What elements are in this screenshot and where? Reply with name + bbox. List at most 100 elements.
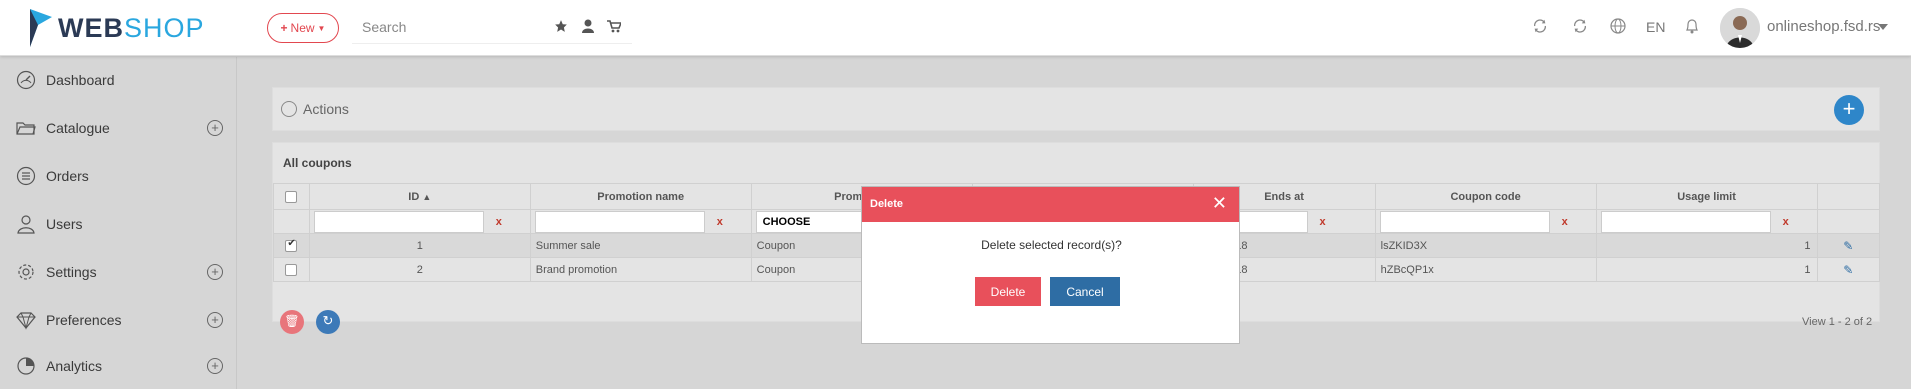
pager-info: View 1 - 2 of 2 (1802, 316, 1873, 328)
column-label: Ends at (1264, 190, 1304, 203)
sidebar-item-settings[interactable]: Settings + (0, 252, 237, 292)
cell-promotion-name: Brand promotion (529, 257, 752, 282)
actions-menu-icon[interactable] (281, 101, 297, 117)
row-checkbox[interactable] (285, 263, 298, 276)
search-input[interactable] (352, 12, 542, 42)
filter-cell: x (1595, 209, 1818, 234)
cancel-button[interactable]: Cancel (1050, 277, 1120, 306)
pencil-icon[interactable]: ✎ (1843, 239, 1853, 253)
refresh-icon[interactable] (1572, 18, 1588, 34)
diamond-icon (16, 310, 36, 330)
sidebar-item-dashboard[interactable]: Dashboard (0, 60, 237, 100)
expand-plus-icon[interactable]: + (207, 264, 223, 280)
sidebar-item-label: Orders (46, 168, 89, 184)
clear-filter-button[interactable]: x (717, 216, 723, 228)
filter-id-input[interactable] (313, 210, 484, 233)
sidebar-item-label: Dashboard (46, 72, 115, 88)
actions-bar: Actions (272, 87, 1880, 131)
column-header-promotion-name[interactable]: Promotion name (529, 183, 752, 210)
cell-usage-limit: 1 (1595, 233, 1818, 258)
filter-cell (273, 209, 310, 234)
select-all-cell (273, 183, 310, 210)
modal-title: Delete (870, 198, 904, 210)
column-header-coupon-code[interactable]: Coupon code (1374, 183, 1597, 210)
select-all-checkbox[interactable] (285, 190, 298, 203)
column-label: ID (408, 190, 420, 203)
globe-icon[interactable] (1610, 18, 1626, 34)
avatar[interactable] (1720, 8, 1760, 48)
filter-cell: x (1374, 209, 1597, 234)
new-button[interactable]: + New ▼ (267, 13, 339, 43)
clear-filter-button[interactable]: x (1562, 216, 1568, 228)
cell-promotion-name: Summer sale (529, 233, 752, 258)
filter-usage-limit-input[interactable] (1600, 210, 1771, 233)
logo-text-shop: SHOP (124, 12, 205, 43)
clear-filter-button[interactable]: x (1320, 216, 1326, 228)
gear-icon (16, 262, 36, 282)
sync-icon[interactable] (1532, 18, 1548, 34)
row-checkbox[interactable] (285, 238, 298, 252)
pencil-icon[interactable]: ✎ (1843, 263, 1853, 277)
username-label[interactable]: onlineshop.fsd.rs (1767, 18, 1880, 35)
column-header-usage-limit[interactable]: Usage limit (1595, 183, 1818, 210)
grid-title: All coupons (283, 156, 352, 170)
clear-filter-button[interactable]: x (1783, 216, 1789, 228)
folder-icon (16, 118, 36, 138)
sidebar-item-label: Catalogue (46, 120, 110, 136)
sidebar-item-orders[interactable]: Orders (0, 156, 237, 196)
webshop-logo[interactable]: WEBSHOP (28, 8, 205, 48)
row-edit-cell: ✎ (1816, 257, 1880, 282)
list-icon (16, 166, 36, 186)
user-icon[interactable] (580, 18, 596, 34)
confirm-delete-button[interactable]: Delete (975, 277, 1041, 306)
column-header-actions (1816, 183, 1880, 210)
column-label: Coupon code (1450, 190, 1521, 203)
filter-coupon-code-input[interactable] (1379, 210, 1550, 233)
trash-icon[interactable]: 🗑 (280, 310, 304, 334)
user-icon (16, 214, 36, 234)
sidebar-item-label: Users (46, 216, 83, 232)
cell-usage-limit: 1 (1595, 257, 1818, 282)
filter-cell (1816, 209, 1880, 234)
user-menu-caret-icon[interactable] (1878, 24, 1888, 30)
sidebar-item-preferences[interactable]: Preferences + (0, 300, 237, 340)
clear-filter-button[interactable]: x (496, 216, 502, 228)
plus-icon: + (280, 21, 288, 35)
new-button-label: New (290, 21, 315, 35)
refresh-icon[interactable]: ↻ (316, 310, 340, 334)
logo-text-web: WEB (58, 12, 124, 43)
modal-header: Delete ✕ (862, 187, 1239, 222)
filter-cell: x (529, 209, 752, 234)
top-header: WEBSHOP + New ▼ EN onlineshop.fsd.rs (0, 0, 1911, 56)
cell-id: 2 (308, 257, 531, 282)
sidebar: Dashboard Catalogue + Orders Users Setti… (0, 57, 237, 389)
sidebar-item-catalogue[interactable]: Catalogue + (0, 108, 237, 148)
language-selector[interactable]: EN (1646, 19, 1665, 35)
cart-icon[interactable] (606, 18, 622, 34)
sidebar-item-label: Settings (46, 264, 97, 280)
pie-chart-icon (16, 356, 36, 376)
bell-icon[interactable] (1684, 18, 1700, 34)
row-edit-cell: ✎ (1816, 233, 1880, 258)
filter-cell: x (308, 209, 531, 234)
filter-promotion-name-input[interactable] (534, 210, 705, 233)
actions-label[interactable]: Actions (303, 101, 349, 117)
add-record-button[interactable]: + (1834, 95, 1864, 125)
delete-confirm-modal: Delete ✕ Delete selected record(s)? Dele… (861, 186, 1240, 344)
column-header-id[interactable]: ID ▲ (308, 183, 531, 210)
expand-plus-icon[interactable]: + (207, 312, 223, 328)
sidebar-item-label: Analytics (46, 358, 103, 374)
expand-plus-icon[interactable]: + (207, 358, 223, 374)
close-icon[interactable]: ✕ (1212, 194, 1227, 212)
sidebar-item-analytics[interactable]: Analytics + (0, 346, 237, 386)
dashboard-icon (16, 70, 36, 90)
column-label: Promotion name (597, 190, 685, 203)
cell-coupon-code: lsZKID3X (1374, 233, 1597, 258)
star-icon[interactable] (553, 18, 569, 34)
expand-plus-icon[interactable]: + (207, 120, 223, 136)
logo-flag-icon (30, 9, 52, 47)
row-select-cell (273, 233, 310, 258)
cell-coupon-code: hZBcQP1x (1374, 257, 1597, 282)
row-select-cell (273, 257, 310, 282)
sidebar-item-users[interactable]: Users (0, 204, 237, 244)
